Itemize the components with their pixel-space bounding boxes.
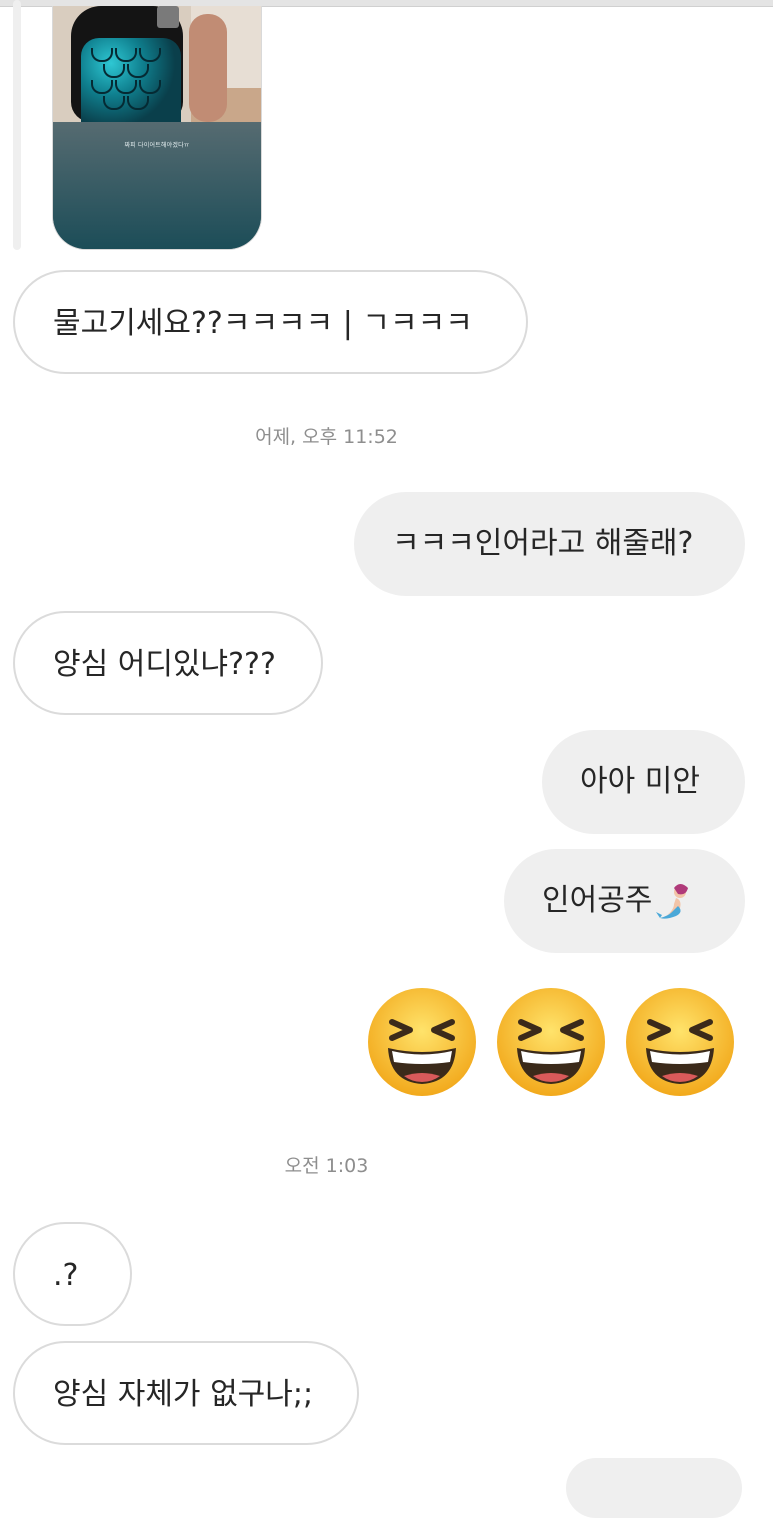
message-text: .? — [53, 1258, 79, 1293]
message-text: 양심 자체가 없구나;; — [53, 1377, 314, 1412]
message-bubble-incoming[interactable]: 양심 어디있냐??? — [13, 611, 323, 715]
message-bubble-outgoing[interactable]: ㅋㅋㅋ인어라고 해줄래? — [354, 492, 745, 596]
message-text: ㅋㅋㅋ인어라고 해줄래? — [392, 526, 694, 561]
message-bubble-incoming[interactable]: 양심 자체가 없구나;; — [13, 1341, 359, 1445]
story-caption-area: 짜피 다이어트해야겠다ㅠ — [53, 122, 261, 249]
grinning-squinting-face-emoji-icon — [368, 988, 476, 1096]
grinning-squinting-face-emoji-icon — [497, 988, 605, 1096]
story-reply-thumbnail[interactable]: 짜피 다이어트해야겠다ㅠ — [52, 6, 262, 250]
message-bubble-incoming[interactable]: 물고기세요??ㅋㅋㅋㅋ | ㄱㅋㅋㅋ — [13, 270, 528, 374]
message-text: 물고기세요??ㅋㅋㅋㅋ | ㄱㅋㅋㅋ — [53, 306, 473, 341]
message-text: 양심 어디있냐??? — [53, 647, 276, 682]
message-bubble-incoming[interactable]: .? — [13, 1222, 132, 1326]
phone-icon — [157, 6, 179, 28]
message-text: 인어공주 — [542, 883, 653, 918]
story-reply-indicator — [13, 0, 21, 250]
message-bubble-outgoing[interactable]: 인어공주 — [504, 849, 745, 953]
grinning-squinting-face-emoji-icon — [626, 988, 734, 1096]
message-bubble-outgoing[interactable]: 아아 미안 — [542, 730, 745, 834]
story-caption: 짜피 다이어트해야겠다ㅠ — [124, 142, 190, 149]
message-bubble-outgoing-partial[interactable] — [566, 1458, 742, 1518]
message-text: 아아 미안 — [580, 764, 700, 799]
mermaid-emoji-icon — [656, 883, 689, 919]
story-photo — [53, 6, 261, 122]
timestamp: 오전 1:03 — [284, 1155, 369, 1177]
timestamp: 어제, 오후 11:52 — [255, 426, 398, 448]
